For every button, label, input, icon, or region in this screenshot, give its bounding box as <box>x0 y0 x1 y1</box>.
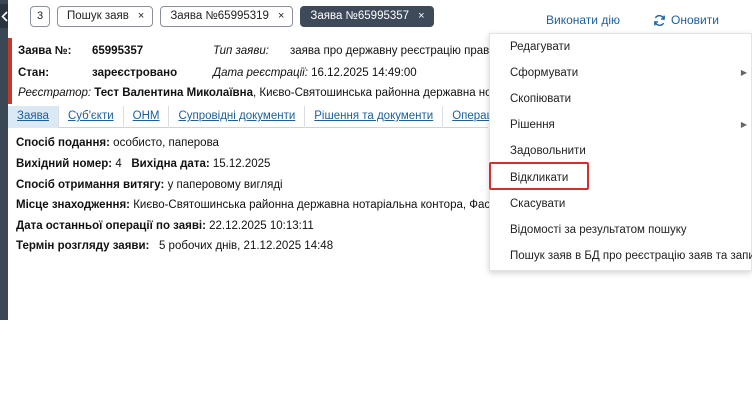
open-tabs-count[interactable]: 3 <box>30 5 50 27</box>
outgoing-number-label: Вихідний номер: <box>16 158 113 170</box>
submenu-arrow-icon: ▶ <box>740 120 747 129</box>
application-type-value: заява про державну реєстрацію прав <box>290 45 490 57</box>
registrar-organization: , Києво-Святошинська районна державна но… <box>252 87 528 99</box>
application-type-label: Тип заяви: <box>213 45 269 57</box>
menu-item-label: Відкликати <box>510 172 569 184</box>
tab-subjects[interactable]: Суб'єкти <box>59 106 124 128</box>
registration-date-value: 16.12.2025 14:49:00 <box>311 67 417 79</box>
menu-item-cancel[interactable]: Скасувати <box>490 191 752 217</box>
close-icon[interactable]: × <box>278 10 284 22</box>
collapse-back-button[interactable] <box>0 4 8 28</box>
tab-accompanying-documents[interactable]: Супровідні документи <box>169 106 306 128</box>
state-value: зареєстровано <box>92 67 178 79</box>
menu-item-label: Відомості за результатом пошуку <box>510 224 687 236</box>
menu-item-label: Редагувати <box>510 41 571 53</box>
left-panel-strip <box>0 0 8 320</box>
menu-item-label: Скопіювати <box>510 93 572 105</box>
menu-item-satisfy[interactable]: Задовольнити <box>490 138 752 164</box>
outgoing-date-value: 15.12.2025 <box>212 158 271 170</box>
menu-item-label: Скасувати <box>510 198 566 210</box>
review-period-label: Термін розгляду заяви: <box>16 240 150 252</box>
last-operation-date-label: Дата останньої операції по заяві: <box>16 220 206 232</box>
menu-item-label: Пошук заяв в БД про реєстрацію заяв та з… <box>510 250 752 262</box>
refresh-icon <box>654 14 665 26</box>
tab-application-65995357[interactable]: Заява №65995357 × <box>300 5 434 27</box>
extract-method-value: у паперовому вигляді <box>167 179 283 191</box>
extract-method-label: Спосіб отримання витягу: <box>16 179 165 191</box>
close-icon[interactable]: × <box>418 10 424 22</box>
document-tabbar: 3 Пошук заяв × Заява №65995319 × Заява №… <box>30 5 434 27</box>
refresh-label: Оновити <box>671 13 719 27</box>
review-period-value: 5 робочих днів, 21.12.2025 14:48 <box>158 240 334 252</box>
menu-item-revoke[interactable]: Відкликати <box>489 162 752 191</box>
location-label: Місце знаходження: <box>16 199 131 211</box>
tab-search-applications[interactable]: Пошук заяв × <box>57 5 154 27</box>
actions-dropdown-menu: Редагувати Сформувати ▶ Скопіювати Рішен… <box>489 33 752 271</box>
menu-item-search-db[interactable]: Пошук заяв в БД про реєстрацію заяв та з… <box>490 243 752 269</box>
execute-action-button[interactable]: Виконати дію <box>546 13 620 27</box>
execute-action-label: Виконати дію <box>546 13 621 27</box>
menu-item-label: Рішення <box>510 119 555 131</box>
menu-item-generate[interactable]: Сформувати ▶ <box>490 60 752 86</box>
outgoing-date-label: Вихідна дата: <box>131 158 210 170</box>
menu-item-copy[interactable]: Скопіювати <box>490 86 752 112</box>
tab-label: Пошук заяв <box>67 10 129 22</box>
state-label: Стан: <box>18 67 50 79</box>
menu-item-label: Сформувати <box>510 67 579 79</box>
application-number-label: Заява №: <box>18 45 72 57</box>
submission-method-value: особисто, паперова <box>113 137 219 149</box>
submenu-arrow-icon: ▶ <box>740 68 747 77</box>
refresh-button[interactable]: Оновити <box>653 13 719 27</box>
outgoing-number-value: 4 <box>115 158 122 170</box>
registrar-name: Тест Валентина Миколаївна <box>94 87 253 99</box>
last-operation-date-value: 22.12.2025 10:13:11 <box>209 220 314 232</box>
registrar-label: Реєстратор: <box>18 87 92 99</box>
menu-item-search-results-info[interactable]: Відомості за результатом пошуку <box>490 217 752 243</box>
tab-application-65995319[interactable]: Заява №65995319 × <box>160 5 294 27</box>
registration-date-label: Дата реєстрації: <box>213 67 308 79</box>
application-number-value: 65995357 <box>92 45 144 57</box>
tab-decisions-documents[interactable]: Рішення та документи <box>305 106 444 128</box>
menu-item-label: Задовольнити <box>510 145 586 157</box>
submission-method-label: Спосіб подання: <box>16 137 110 149</box>
location-value: Києво-Святошинська районна державна нота… <box>133 199 534 211</box>
tab-onm[interactable]: ОНМ <box>124 106 170 128</box>
menu-item-decision[interactable]: Рішення ▶ <box>490 112 752 138</box>
tab-label: Заява №65995319 <box>170 10 269 22</box>
chevron-left-icon <box>0 10 8 22</box>
close-icon[interactable]: × <box>138 10 144 22</box>
menu-item-edit[interactable]: Редагувати <box>490 34 752 60</box>
application-header: Заява №: 65995357 Тип заяви: заява про д… <box>8 38 528 104</box>
tab-application[interactable]: Заява <box>8 106 59 128</box>
application-content-tabs: Заява Суб'єкти ОНМ Супровідні документи … <box>8 106 509 128</box>
tab-label: Заява №65995357 <box>310 10 410 22</box>
